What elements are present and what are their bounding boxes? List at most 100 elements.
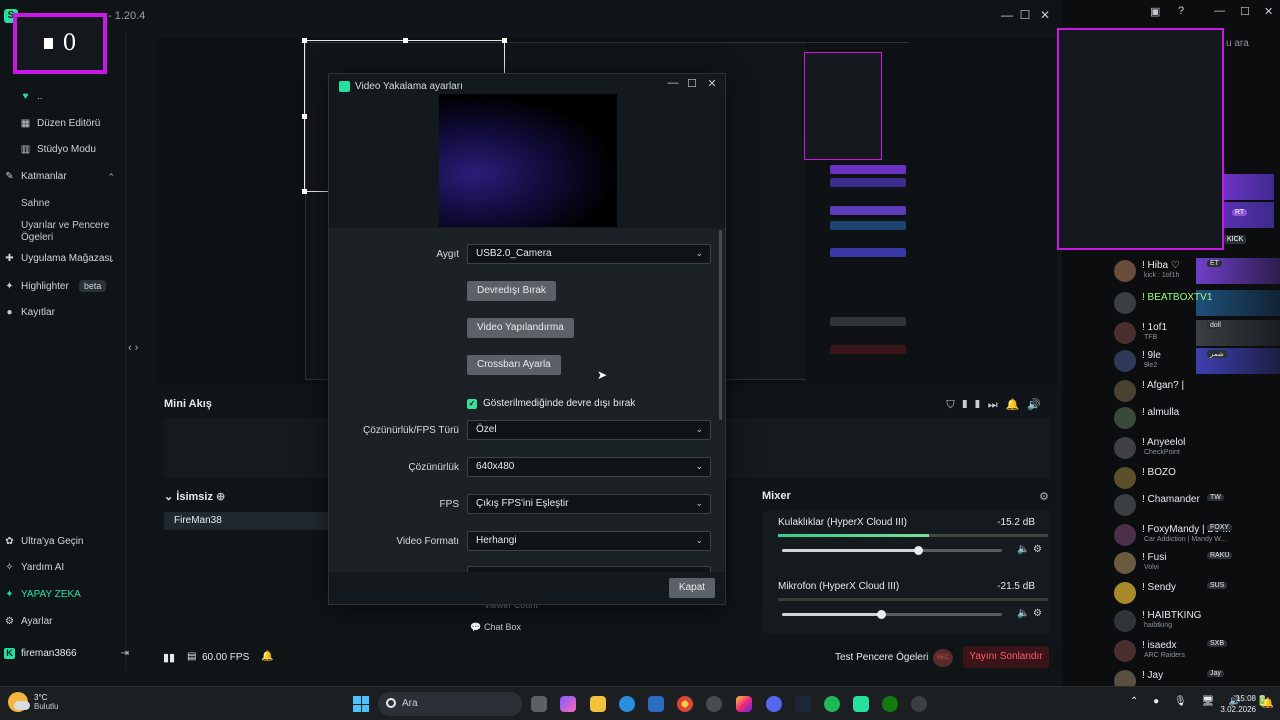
chat-username[interactable]: ! HAIBTKING — [1142, 610, 1201, 621]
avatar[interactable] — [1114, 640, 1136, 662]
dialog-minimize-button[interactable]: — — [667, 77, 679, 89]
deactivate-when-hidden-checkbox[interactable]: ✓ Gösterilmediğinde devre dışı bırak — [467, 398, 635, 409]
avatar[interactable] — [1114, 467, 1136, 489]
speaker-icon[interactable]: 🔈 — [1017, 544, 1029, 555]
avatar[interactable] — [1114, 524, 1136, 546]
next-select-partial[interactable] — [467, 566, 711, 572]
chat-username[interactable]: ! Sendy — [1142, 582, 1176, 593]
minimize-button[interactable]: — — [1214, 5, 1225, 17]
copilot-icon[interactable] — [560, 696, 576, 712]
chat-message[interactable]: ! 9le شمر 9le2 — [1112, 348, 1280, 374]
resize-handle[interactable] — [302, 38, 307, 43]
close-dialog-button[interactable]: Kapat — [669, 578, 715, 598]
sidebar-item-scene[interactable]: Sahne — [21, 198, 50, 210]
sidebar-item-alerts-widgets[interactable]: Uyarılar ve Pencere Ögeleri — [21, 220, 121, 244]
discord-icon[interactable] — [766, 696, 782, 712]
chat-message[interactable]: ! Sendy SUS — [1112, 580, 1280, 606]
resize-handle[interactable] — [502, 38, 507, 43]
sidebar-item-highlighter[interactable]: ✦ Highlighter beta — [4, 280, 107, 292]
store-icon[interactable] — [648, 696, 664, 712]
video-configure-button[interactable]: Video Yapılandırma — [467, 318, 574, 338]
close-button[interactable]: ✕ — [1264, 5, 1273, 18]
end-stream-button[interactable]: Yayını Sonlandır — [963, 646, 1049, 668]
speaker-icon[interactable]: 🔈 — [1017, 608, 1029, 619]
stats-icon[interactable]: ▮▮ — [163, 651, 175, 664]
monitor-icon[interactable]: ▣ — [1150, 5, 1160, 18]
chat-username[interactable]: ! BEATBOXTV1 — [1142, 292, 1212, 303]
avatar[interactable] — [1114, 380, 1136, 402]
disable-button[interactable]: Devredışı Bırak — [467, 281, 556, 301]
sidebar-item-layers[interactable]: ✎ Katmanlar — [4, 171, 66, 182]
chat-message[interactable]: ! Chamander TW — [1112, 492, 1280, 518]
avatar[interactable] — [1114, 610, 1136, 632]
sidebar-item-settings[interactable]: ⚙ Ayarlar — [4, 616, 52, 627]
chat-username[interactable]: ! almulla — [1142, 407, 1179, 418]
xbox-icon[interactable] — [882, 696, 898, 712]
streamlabs-icon[interactable] — [853, 696, 869, 712]
sidebar-item-ultra[interactable]: ✿ Ultra'ya Geçin — [4, 536, 83, 547]
video-format-select[interactable]: Herhangi ⌄ — [467, 531, 711, 551]
start-button[interactable] — [353, 696, 369, 712]
scene-collection-title[interactable]: ⌄ İsimsiz ⊕ — [164, 490, 225, 503]
task-view-icon[interactable] — [531, 696, 547, 712]
resolution-select[interactable]: 640x480 ⌄ — [467, 457, 711, 477]
chat-message[interactable]: ! Hiba ♡ ET kick : 1of1h — [1112, 258, 1280, 284]
chat-message[interactable]: ! Anyeelol CheckPoint — [1112, 435, 1280, 461]
avatar[interactable] — [1114, 437, 1136, 459]
chat-username[interactable]: ! Anyeelol — [1142, 437, 1185, 448]
dialog-scrollbar[interactable] — [719, 230, 722, 420]
avatar[interactable] — [1114, 407, 1136, 429]
chat-username[interactable]: ! 1of1 — [1142, 322, 1167, 333]
maximize-button[interactable]: ☐ — [1240, 5, 1250, 18]
notification-bell-icon[interactable]: 🔔 — [1262, 698, 1274, 709]
minimize-button[interactable]: — — [1000, 8, 1014, 22]
sidebar-item-studio-mode[interactable]: ▥ Stüdyo Modu — [20, 144, 96, 155]
account-row[interactable]: K fireman3866 ⇥ — [4, 648, 129, 659]
channel-settings-icon[interactable]: ⚙ — [1033, 608, 1042, 619]
source-item[interactable]: Chat Box — [484, 622, 521, 632]
mixer-settings-icon[interactable]: ⚙ — [1039, 490, 1049, 503]
volume-slider[interactable] — [782, 546, 1002, 555]
chat-username[interactable]: ! Jay — [1142, 670, 1163, 681]
volume-slider[interactable] — [782, 610, 1002, 619]
edge-icon[interactable] — [619, 696, 635, 712]
sidebar-item-layout-editor[interactable]: ▦ Düzen Editörü — [20, 118, 101, 129]
device-select[interactable]: USB2.0_Camera ⌄ — [467, 244, 711, 264]
chat-message[interactable]: ! 1of1 doll TFB — [1112, 320, 1280, 346]
avatar[interactable] — [1114, 322, 1136, 344]
steam-icon[interactable] — [795, 696, 811, 712]
dialog-maximize-button[interactable]: ☐ — [686, 77, 698, 90]
fps-select[interactable]: Çıkış FPS'ini Eşleştir ⌄ — [467, 494, 711, 514]
chat-message[interactable]: ! FoxyMandy | DJ ... FOXY Car Addiction | … — [1112, 522, 1280, 548]
chat-message[interactable]: ! Afgan? | — [1112, 378, 1280, 404]
avatar[interactable] — [1114, 292, 1136, 314]
avatar[interactable] — [1114, 552, 1136, 574]
add-scene-icon[interactable]: ⊕ — [216, 491, 225, 503]
chat-username[interactable]: ! Hiba ♡ — [1142, 260, 1180, 271]
sidebar-item-help-ai[interactable]: ✧ Yardım AI — [4, 562, 64, 573]
chat-username[interactable]: ! Chamander — [1142, 494, 1200, 505]
close-button[interactable]: ✕ — [1038, 8, 1052, 22]
sidebar-item-dashboard[interactable]: ♥ .. — [20, 91, 43, 102]
resize-handle[interactable] — [302, 189, 307, 194]
collapse-sidebar-icon[interactable]: ‹ › — [128, 342, 138, 354]
record-button[interactable]: REC — [933, 649, 953, 667]
avatar[interactable] — [1114, 350, 1136, 372]
chat-message[interactable]: ! BEATBOXTV1 — [1112, 290, 1280, 316]
chat-username[interactable]: ! 9le — [1142, 350, 1161, 361]
file-explorer-icon[interactable] — [590, 696, 606, 712]
chat-search-fragment[interactable]: u ara — [1226, 38, 1249, 49]
obs-icon[interactable] — [911, 696, 927, 712]
chat-message[interactable]: ! isaedx SXB ARC Raiders — [1112, 638, 1280, 664]
sidebar-item-ai[interactable]: ✦ YAPAY ZEKA — [4, 589, 81, 600]
feed-controls[interactable]: ⛉❚❚⏭🔔🔊 — [946, 398, 1049, 412]
weather-widget[interactable]: 3°C Bulutlu — [8, 692, 58, 712]
clock[interactable]: 15:08 3.02.2026 — [1220, 693, 1256, 715]
channel-settings-icon[interactable]: ⚙ — [1033, 544, 1042, 555]
spotify-icon[interactable] — [824, 696, 840, 712]
app-icon[interactable] — [706, 696, 722, 712]
bell-icon[interactable]: 🔔 — [261, 651, 273, 662]
avatar[interactable] — [1114, 494, 1136, 516]
chat-message[interactable]: ! Fusi RAKU Volvi — [1112, 550, 1280, 576]
resize-handle[interactable] — [302, 114, 307, 119]
